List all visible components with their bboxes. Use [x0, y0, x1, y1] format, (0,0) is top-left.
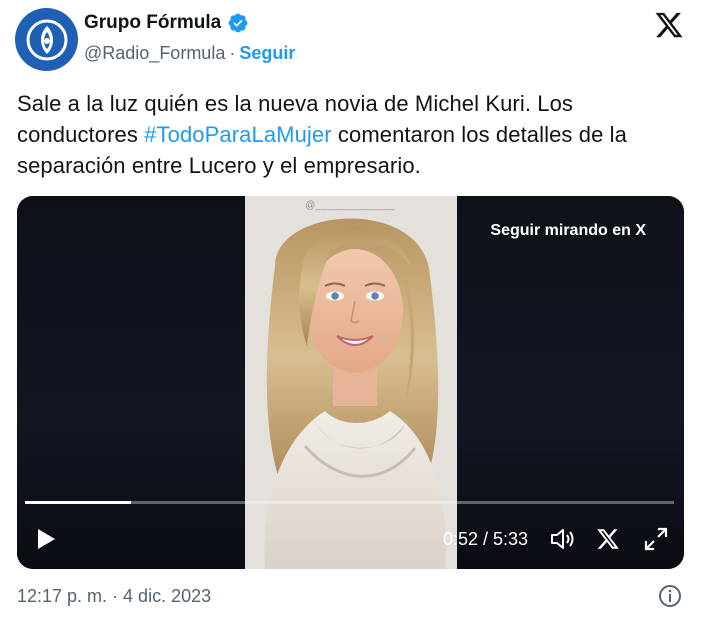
hashtag-link[interactable]: #TodoParaLaMujer	[144, 122, 332, 147]
keep-watching-on-x-button[interactable]: Seguir mirando en X	[474, 214, 662, 248]
video-progress-fill	[25, 501, 131, 504]
tweet-timestamp[interactable]: 12:17 p. m. · 4 dic. 2023	[17, 586, 211, 607]
author-handle[interactable]: @Radio_Formula	[84, 43, 225, 64]
verified-badge-icon	[228, 13, 248, 33]
tweet-text: Sale a la luz quién es la nueva novia de…	[17, 88, 687, 181]
video-controls: 0:52 / 5:33	[17, 509, 684, 569]
video-progress-bar[interactable]	[25, 501, 674, 504]
handle-separator: ·	[229, 43, 236, 63]
avatar[interactable]	[15, 8, 78, 71]
info-icon[interactable]	[658, 584, 682, 608]
volume-muted-icon[interactable]	[549, 527, 575, 551]
follow-button[interactable]: Seguir	[239, 43, 295, 64]
author-name-row: Grupo Fórmula	[84, 12, 249, 34]
fullscreen-icon[interactable]	[643, 526, 669, 552]
video-player[interactable]: @_____________ Seguir mirando en X 0:52 …	[17, 196, 684, 569]
x-logo-button-icon[interactable]	[596, 527, 620, 551]
video-watermark: @_____________	[305, 200, 395, 211]
play-icon[interactable]	[35, 527, 57, 551]
video-time-display: 0:52 / 5:33	[443, 529, 529, 549]
author-handle-row: @Radio_Formula · Seguir	[84, 43, 295, 64]
grupo-formula-logo-icon	[26, 19, 67, 60]
tweet-card: Grupo Fórmula @Radio_Formula · Seguir Sa…	[0, 0, 702, 620]
x-logo-icon[interactable]	[654, 10, 684, 40]
author-display-name[interactable]: Grupo Fórmula	[84, 12, 221, 34]
